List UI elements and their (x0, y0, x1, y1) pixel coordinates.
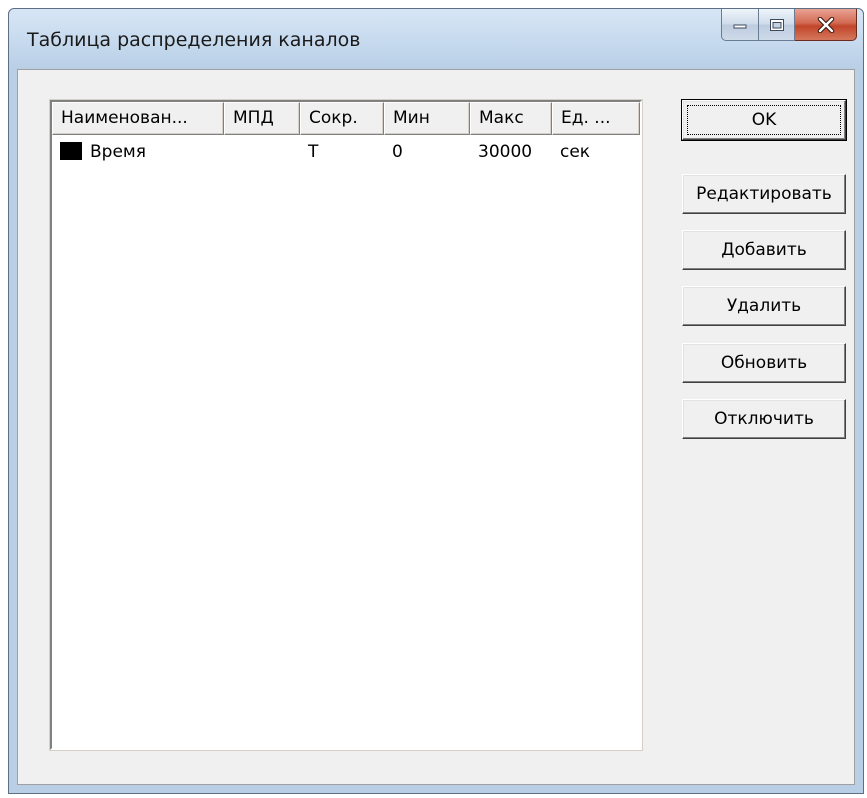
column-header-min[interactable]: Мин (384, 102, 470, 135)
dialog-client-area: Наименован... МПД Сокр. Мин Макс Ед. ...… (17, 69, 855, 785)
delete-button[interactable]: Удалить (682, 286, 846, 326)
cell-max: 30000 (478, 142, 533, 162)
ok-button[interactable]: OK (681, 99, 847, 141)
channel-list-header: Наименован... МПД Сокр. Мин Макс Ед. ... (52, 102, 640, 135)
cell-name-text: Время (90, 142, 146, 162)
cell-mpd (224, 138, 300, 166)
minimize-icon (733, 24, 747, 28)
refresh-button[interactable]: Обновить (682, 343, 846, 383)
column-header-mpd[interactable]: МПД (224, 102, 300, 135)
table-row[interactable]: Время Т 0 30000 сек (52, 138, 640, 166)
cell-name: Время (52, 138, 224, 166)
disable-button[interactable]: Отключить (682, 399, 846, 439)
column-header-abbr[interactable]: Сокр. (300, 102, 384, 135)
channel-color-swatch (60, 142, 82, 160)
close-button[interactable] (795, 9, 857, 41)
column-header-unit[interactable]: Ед. ... (552, 102, 640, 135)
dialog-window: Таблица распределения каналов Наименован… (8, 8, 864, 794)
column-header-max[interactable]: Макс (470, 102, 552, 135)
edit-button[interactable]: Редактировать (682, 174, 846, 214)
title-bar[interactable]: Таблица распределения каналов (9, 9, 863, 69)
ok-button-label: OK (751, 110, 777, 130)
channel-list[interactable]: Наименован... МПД Сокр. Мин Макс Ед. ...… (49, 99, 643, 751)
cell-abbr: Т (308, 142, 319, 162)
add-button[interactable]: Добавить (682, 230, 846, 270)
minimize-button[interactable] (721, 9, 759, 41)
column-header-name[interactable]: Наименован... (52, 102, 224, 135)
maximize-button[interactable] (759, 9, 795, 41)
cell-unit: сек (560, 142, 591, 162)
cell-min: 0 (392, 142, 403, 162)
close-icon (817, 16, 834, 33)
maximize-icon (769, 18, 784, 31)
window-title: Таблица распределения каналов (27, 29, 361, 51)
caption-buttons (721, 9, 857, 41)
